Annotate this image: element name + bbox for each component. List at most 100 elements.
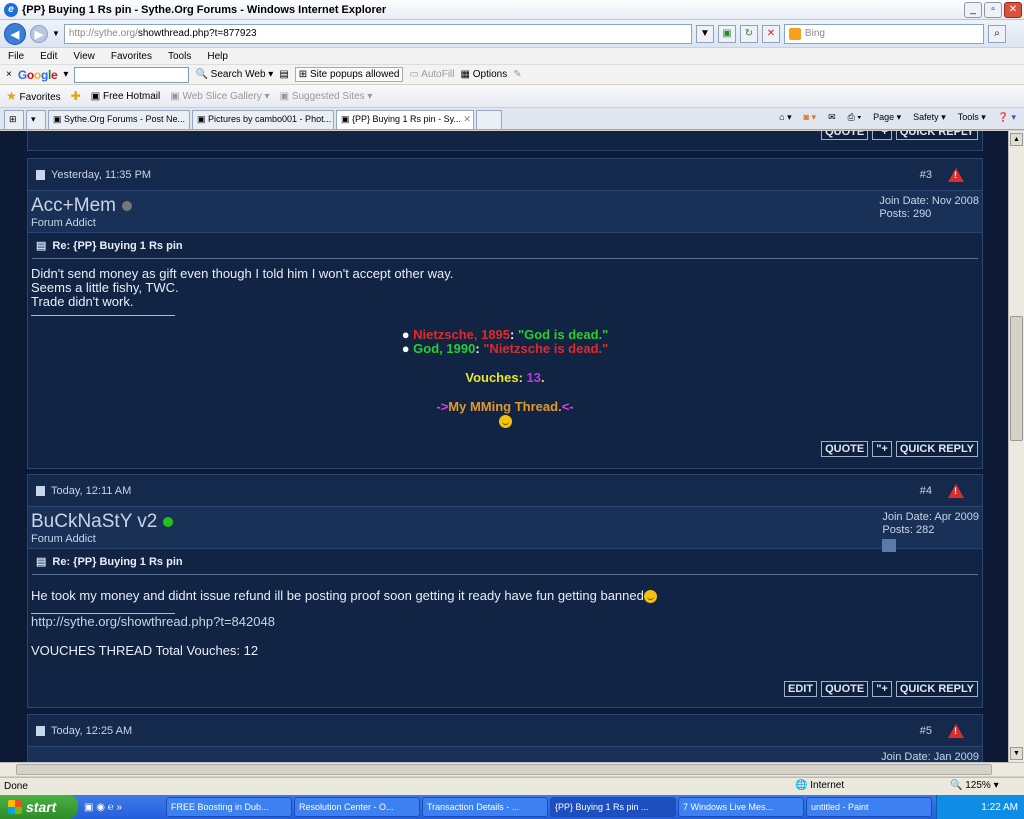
tab-active-thread[interactable]: ▣ {PP} Buying 1 Rs pin - Sy... ✕ xyxy=(336,110,474,129)
search-input[interactable]: Bing xyxy=(783,23,984,44)
start-button[interactable]: start xyxy=(0,795,78,819)
report-icon[interactable] xyxy=(948,723,964,738)
quick-tabs-button[interactable]: ⊞ xyxy=(4,110,24,129)
quick-reply-button[interactable]: QUICK REPLY xyxy=(895,131,978,140)
quick-reply-button[interactable]: QUICK REPLY xyxy=(895,441,978,457)
address-input[interactable]: http://sythe.org/showthread.php?t=877923 xyxy=(63,23,692,44)
mail-icon[interactable]: ✉ xyxy=(828,112,836,123)
menu-edit[interactable]: Edit xyxy=(40,51,57,62)
menu-favorites[interactable]: Favorites xyxy=(111,51,152,62)
compatibility-icon[interactable]: ▣ xyxy=(717,24,736,43)
options-button[interactable]: ▦ Options xyxy=(461,69,508,80)
window-controls: _ ▫ ✕ xyxy=(964,2,1022,18)
sig-line-2: ● God, 1990: "Nietzsche is dead." xyxy=(401,341,609,356)
popups-button[interactable]: ⊞ Site popups allowed xyxy=(294,67,404,82)
page-label: Page xyxy=(873,112,895,122)
rss-icon[interactable]: ◙ ▾ xyxy=(804,112,816,123)
print-icon[interactable]: ⎙ ▾ xyxy=(848,112,861,123)
menu-file[interactable]: File xyxy=(8,51,24,62)
task-boosting[interactable]: FREE Boosting in Dub... xyxy=(166,797,292,817)
quote-button[interactable]: QUOTE xyxy=(821,131,869,140)
safety-menu[interactable]: Safety ▾ xyxy=(913,112,946,123)
report-icon[interactable] xyxy=(948,483,964,498)
google-dropdown-icon[interactable]: ▾ xyxy=(63,69,68,80)
tab-pictures[interactable]: ▣ Pictures by cambo001 - Phot... xyxy=(192,110,334,129)
report-icon[interactable] xyxy=(948,167,964,182)
user-rank: Forum Addict xyxy=(31,533,96,545)
home-icon[interactable]: ⌂ ▾ xyxy=(779,112,791,123)
quote-button[interactable]: QUOTE xyxy=(821,681,869,697)
menu-help[interactable]: Help xyxy=(207,51,228,62)
page-menu[interactable]: Page ▾ xyxy=(873,112,901,123)
minimize-button[interactable]: _ xyxy=(964,2,982,18)
task-messenger[interactable]: 7 Windows Live Mes... xyxy=(678,797,804,817)
tab-list-button[interactable]: ▾ xyxy=(26,110,46,129)
post-number[interactable]: #5 xyxy=(920,725,932,737)
multi-quote-button[interactable]: "+ xyxy=(872,681,892,697)
zoom-control[interactable]: 🔍 125% ▾ xyxy=(950,780,999,791)
horizontal-scrollbar[interactable] xyxy=(0,762,1024,776)
safety-label: Safety xyxy=(913,112,939,122)
user-stats: Join Date: Apr 2009 Posts: 282 xyxy=(882,511,979,552)
google-logo[interactable]: Google xyxy=(18,68,58,82)
post-number[interactable]: #4 xyxy=(920,485,932,497)
back-button[interactable]: ◀ xyxy=(4,22,26,45)
suggested-sites-link[interactable]: ▣ Suggested Sites ▾ xyxy=(280,91,373,102)
username[interactable]: Acc+Mem xyxy=(31,195,132,217)
quick-launch[interactable]: ▣ ◉ ℮ » xyxy=(80,802,164,813)
google-search-input[interactable] xyxy=(74,66,190,83)
tab-sythe-post[interactable]: ▣ Sythe.Org Forums - Post Ne... xyxy=(48,110,190,129)
close-button[interactable]: ✕ xyxy=(1004,2,1022,18)
quote-button[interactable]: QUOTE xyxy=(821,441,869,457)
add-favorite-icon[interactable]: ✚ xyxy=(71,89,81,103)
username[interactable]: BuCkNaStY v2 xyxy=(31,511,174,533)
maximize-button[interactable]: ▫ xyxy=(984,2,1002,18)
contact-icon[interactable] xyxy=(882,539,897,552)
history-dropdown-icon[interactable]: ▼ xyxy=(52,29,60,38)
hotmail-link[interactable]: ▣ Free Hotmail xyxy=(91,91,160,102)
web-slice-link[interactable]: ▣ Web Slice Gallery ▾ xyxy=(170,91,269,102)
popups-label: Site popups allowed xyxy=(309,69,400,80)
task-active-thread[interactable]: {PP} Buying 1 Rs pin ... xyxy=(550,797,676,817)
zone-indicator[interactable]: 🌐 Internet xyxy=(795,780,844,791)
sig-mm-link[interactable]: ->My MMing Thread.<- xyxy=(31,400,979,414)
multi-quote-button[interactable]: "+ xyxy=(872,441,892,457)
scroll-down-icon[interactable]: ▼ xyxy=(1010,747,1023,760)
stop-icon[interactable]: ✕ xyxy=(761,24,780,43)
search-web-button[interactable]: 🔍 Search Web ▾ xyxy=(195,69,273,80)
scroll-up-icon[interactable]: ▲ xyxy=(1010,133,1023,146)
close-toolbar-icon[interactable]: × xyxy=(6,69,12,80)
signature-link[interactable]: http://sythe.org/showthread.php?t=842048 xyxy=(31,615,979,629)
quick-reply-button[interactable]: QUICK REPLY xyxy=(895,681,978,697)
close-tab-icon[interactable]: ✕ xyxy=(463,114,471,124)
multi-quote-button[interactable]: "+ xyxy=(872,131,892,140)
post-number[interactable]: #3 xyxy=(920,169,932,181)
task-resolution[interactable]: Resolution Center - O... xyxy=(294,797,420,817)
post-body: He took my money and didnt issue refund … xyxy=(28,575,982,664)
menu-tools[interactable]: Tools xyxy=(168,51,191,62)
help-icon[interactable]: ❓ ▾ xyxy=(998,112,1016,123)
refresh-icon[interactable]: ↻ xyxy=(739,24,758,43)
task-transaction[interactable]: Transaction Details - ... xyxy=(422,797,548,817)
menu-view[interactable]: View xyxy=(73,51,95,62)
task-paint[interactable]: untitled - Paint xyxy=(806,797,932,817)
news-icon[interactable]: ▤ xyxy=(279,69,288,80)
scroll-thumb[interactable] xyxy=(1010,316,1023,441)
new-tab-button[interactable] xyxy=(476,110,502,129)
tools-menu[interactable]: Tools ▾ xyxy=(958,112,986,123)
address-dropdown-icon[interactable]: ▼ xyxy=(695,24,714,43)
hscroll-thumb[interactable] xyxy=(16,764,992,775)
edit-button[interactable]: EDIT xyxy=(784,681,818,697)
clock[interactable]: 1:22 AM xyxy=(981,802,1018,813)
pencil-icon[interactable]: ✎ xyxy=(513,69,521,80)
signature: ● Nietzsche, 1895: "God is dead." ● God,… xyxy=(31,328,979,429)
favorites-button[interactable]: ★ Favorites xyxy=(6,89,61,103)
post-time: Yesterday, 11:35 PM xyxy=(51,168,152,181)
smiley-icon xyxy=(498,415,512,429)
search-icon[interactable]: ⌕ xyxy=(987,24,1006,43)
sig-text: <- xyxy=(561,399,574,414)
post-title: ▤ Re: {PP} Buying 1 Rs pin xyxy=(32,549,978,575)
vertical-scrollbar[interactable]: ▲ ▼ xyxy=(1008,131,1024,762)
forward-button[interactable]: ▶ xyxy=(30,24,48,43)
autofill-button[interactable]: ▭ AutoFill xyxy=(409,69,454,80)
